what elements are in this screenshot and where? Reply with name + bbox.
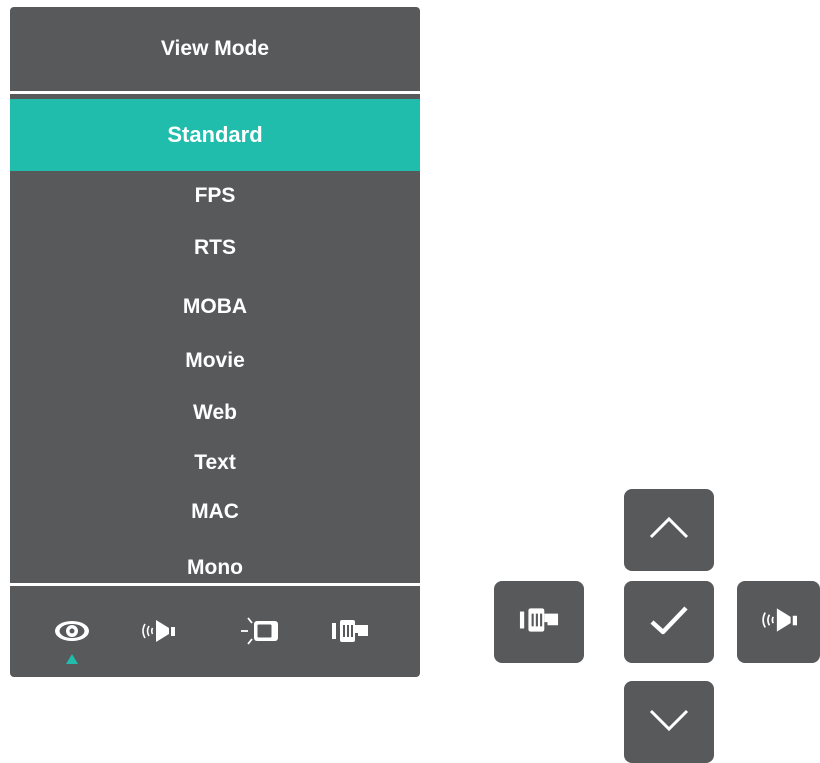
menu-item-movie[interactable]: Movie xyxy=(10,336,420,386)
menu-item-rts[interactable]: RTS xyxy=(10,223,420,273)
menu-title: View Mode xyxy=(160,37,270,60)
title-divider xyxy=(10,91,420,94)
menu-item-standard[interactable]: Standard xyxy=(10,99,420,171)
menu-category-bar xyxy=(10,594,420,677)
menu-item-label: Standard xyxy=(167,122,263,147)
menu-item-label: Movie xyxy=(185,349,245,372)
chevron-up-icon xyxy=(647,513,691,548)
menu-item-label: Text xyxy=(194,451,236,474)
active-category-indicator xyxy=(66,654,78,664)
menu-item-web[interactable]: Web xyxy=(10,388,420,438)
checkmark-icon xyxy=(647,603,691,642)
input-source-key[interactable] xyxy=(494,581,584,663)
menu-item-moba[interactable]: MOBA xyxy=(10,282,420,332)
confirm-key[interactable] xyxy=(624,581,714,663)
chevron-down-icon xyxy=(647,705,691,740)
brightness-display-icon[interactable] xyxy=(238,614,282,648)
input-source-icon[interactable] xyxy=(328,614,372,648)
down-key[interactable] xyxy=(624,681,714,763)
up-key[interactable] xyxy=(624,489,714,571)
audio-speaker-icon xyxy=(755,602,803,643)
menu-item-text[interactable]: Text xyxy=(10,438,420,488)
menu-item-label: FPS xyxy=(194,184,236,207)
audio-speaker-icon[interactable] xyxy=(136,614,180,648)
menu-item-label: MAC xyxy=(191,500,239,523)
menu-item-label: Mono xyxy=(187,556,243,579)
menu-item-label: Web xyxy=(193,401,237,424)
bottom-divider xyxy=(10,583,420,586)
input-source-icon xyxy=(514,602,564,643)
view-mode-eye-icon[interactable] xyxy=(50,614,94,648)
audio-key[interactable] xyxy=(737,581,820,663)
menu-item-label: RTS xyxy=(194,236,236,259)
osd-menu-panel: View Mode Standard FPS RTS MOBA Movie We… xyxy=(10,7,420,677)
menu-item-mac[interactable]: MAC xyxy=(10,487,420,537)
menu-item-fps[interactable]: FPS xyxy=(10,171,420,221)
menu-item-label: MOBA xyxy=(182,295,248,318)
